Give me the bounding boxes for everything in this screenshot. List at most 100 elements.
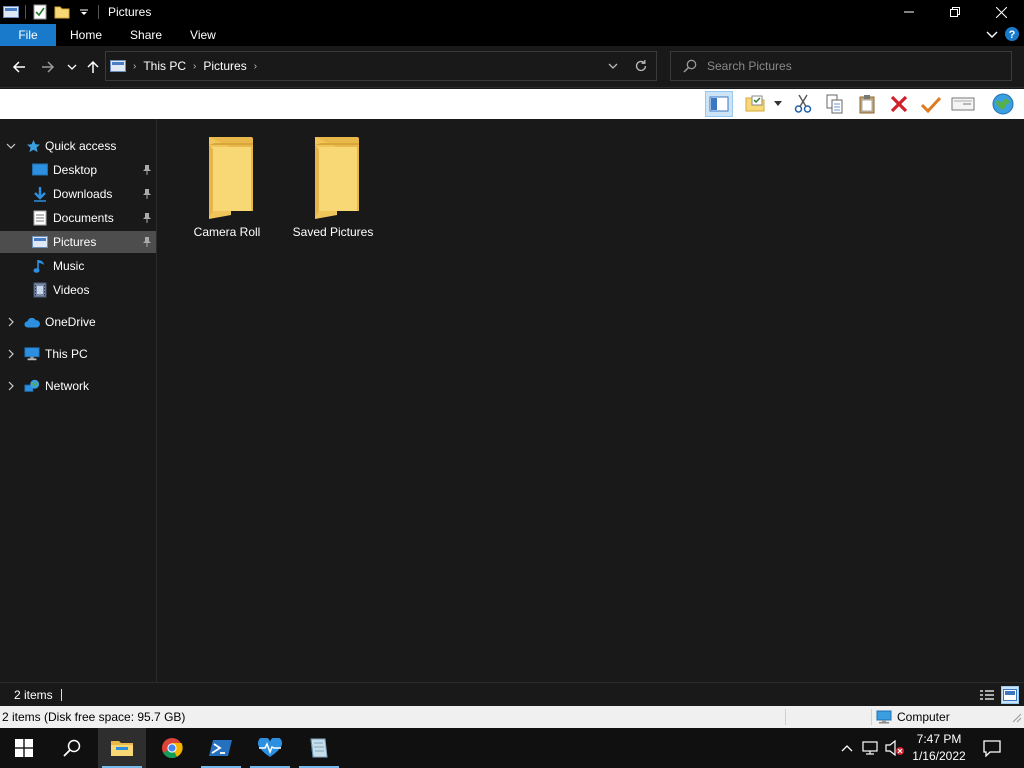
properties-icon[interactable] xyxy=(32,4,48,20)
taskbar-chrome[interactable] xyxy=(148,728,196,768)
properties-tool[interactable] xyxy=(742,91,770,117)
new-folder-icon[interactable] xyxy=(54,4,70,20)
taskbar-document-app[interactable] xyxy=(295,728,343,768)
ribbon-tab-bar: File Home Share View ? xyxy=(0,24,1024,46)
tab-home[interactable]: Home xyxy=(56,24,116,46)
pin-icon xyxy=(142,188,152,200)
nav-downloads[interactable]: Downloads xyxy=(0,183,156,205)
close-button[interactable] xyxy=(978,0,1024,24)
forward-arrow-icon xyxy=(42,61,55,73)
nav-this-pc[interactable]: This PC xyxy=(0,343,156,365)
navigation-pane-toggle[interactable] xyxy=(705,91,733,117)
command-toolbar xyxy=(0,89,1024,119)
help-icon[interactable]: ? xyxy=(1004,26,1020,45)
cut-tool[interactable] xyxy=(789,91,817,117)
search-box[interactable] xyxy=(670,51,1012,81)
nav-music[interactable]: Music xyxy=(0,255,156,277)
collapsed-chevron-icon[interactable] xyxy=(6,381,16,391)
delete-tool[interactable] xyxy=(885,91,913,117)
tab-file[interactable]: File xyxy=(0,24,56,46)
nav-network[interactable]: Network xyxy=(0,375,156,397)
tab-share[interactable]: Share xyxy=(116,24,176,46)
expanded-chevron-icon[interactable] xyxy=(6,141,16,151)
file-list-view[interactable]: Camera Roll Saved Pictures xyxy=(158,119,1024,682)
nav-label: Quick access xyxy=(45,139,117,153)
powershell-icon xyxy=(209,740,232,756)
search-icon xyxy=(683,59,697,73)
breadcrumb-this-pc[interactable]: This PC xyxy=(143,59,186,73)
network-tray-button[interactable] xyxy=(860,728,882,768)
collapsed-chevron-icon[interactable] xyxy=(6,317,16,327)
back-arrow-icon xyxy=(12,61,25,73)
resize-grip-icon[interactable] xyxy=(1012,712,1022,726)
taskbar-file-explorer[interactable] xyxy=(98,728,146,768)
onedrive-icon xyxy=(24,315,40,331)
volume-tray-button[interactable] xyxy=(884,728,906,768)
desktop-icon xyxy=(32,162,48,178)
refresh-button[interactable] xyxy=(634,59,648,73)
chrome-icon xyxy=(162,738,183,759)
start-button[interactable] xyxy=(0,728,48,768)
status-divider xyxy=(60,688,62,701)
expand-ribbon-icon[interactable] xyxy=(986,28,998,43)
folder-item[interactable]: Saved Pictures xyxy=(285,135,381,245)
window-system-icon[interactable] xyxy=(3,4,19,20)
minimize-button[interactable] xyxy=(886,0,932,24)
select-all-tool[interactable] xyxy=(949,91,977,117)
nav-quick-access[interactable]: Quick access xyxy=(0,135,156,157)
breadcrumb-pictures[interactable]: Pictures xyxy=(203,59,246,73)
taskbar-powershell[interactable] xyxy=(197,728,245,768)
properties-dropdown[interactable] xyxy=(770,91,786,117)
address-bar[interactable]: › This PC › Pictures › xyxy=(105,51,657,81)
forward-button[interactable] xyxy=(39,58,57,76)
tab-view[interactable]: View xyxy=(176,24,230,46)
heartbeat-icon xyxy=(257,738,283,757)
windows-logo-icon xyxy=(15,739,33,757)
globe-tool[interactable] xyxy=(989,91,1017,117)
breadcrumb-chevron-icon[interactable]: › xyxy=(254,61,257,72)
recent-locations-button[interactable] xyxy=(63,58,81,76)
refresh-icon xyxy=(635,60,647,72)
folder-item[interactable]: Camera Roll xyxy=(179,135,275,245)
collapsed-chevron-icon[interactable] xyxy=(6,349,16,359)
taskbar-health-monitor[interactable] xyxy=(246,728,294,768)
navigation-pane-icon xyxy=(709,96,729,112)
back-button[interactable] xyxy=(10,58,28,76)
zone-label: Computer xyxy=(897,710,950,724)
breadcrumb-chevron-icon[interactable]: › xyxy=(193,61,196,72)
music-icon xyxy=(32,258,48,274)
nav-documents[interactable]: Documents xyxy=(0,207,156,229)
rename-tool[interactable] xyxy=(917,91,945,117)
scissors-icon xyxy=(794,94,812,113)
nav-label: This PC xyxy=(45,347,88,361)
action-center-button[interactable] xyxy=(978,728,1006,768)
address-history-dropdown[interactable] xyxy=(608,61,618,71)
nav-onedrive[interactable]: OneDrive xyxy=(0,311,156,333)
taskbar-clock[interactable]: 7:47 PM 1/16/2022 xyxy=(904,730,974,766)
qat-separator xyxy=(25,5,26,19)
customize-qat-icon[interactable] xyxy=(76,4,92,20)
navigation-pane: Quick access Desktop Downloads Documents xyxy=(0,119,157,682)
nav-pictures[interactable]: Pictures xyxy=(0,231,156,253)
copy-tool[interactable] xyxy=(821,91,849,117)
notification-icon xyxy=(983,740,1001,757)
window-icon xyxy=(951,97,975,111)
nav-videos[interactable]: Videos xyxy=(0,279,156,301)
search-input[interactable] xyxy=(707,59,997,73)
details-view-icon xyxy=(980,690,994,700)
this-pc-icon xyxy=(24,346,40,362)
breadcrumb-chevron-icon[interactable]: › xyxy=(133,61,136,72)
title-bar: Pictures xyxy=(0,0,1024,24)
restore-button[interactable] xyxy=(932,0,978,24)
details-view-button[interactable] xyxy=(978,686,996,704)
paste-tool[interactable] xyxy=(853,91,881,117)
large-icons-view-button[interactable] xyxy=(1001,686,1019,704)
videos-icon xyxy=(32,282,48,298)
show-hidden-icons-button[interactable] xyxy=(838,728,856,768)
nav-label: Pictures xyxy=(53,235,97,249)
folder-name: Camera Roll xyxy=(193,225,261,239)
search-taskbar-button[interactable] xyxy=(48,728,96,768)
clock-date: 1/16/2022 xyxy=(912,749,966,763)
nav-desktop[interactable]: Desktop xyxy=(0,159,156,181)
up-button[interactable] xyxy=(84,58,102,76)
